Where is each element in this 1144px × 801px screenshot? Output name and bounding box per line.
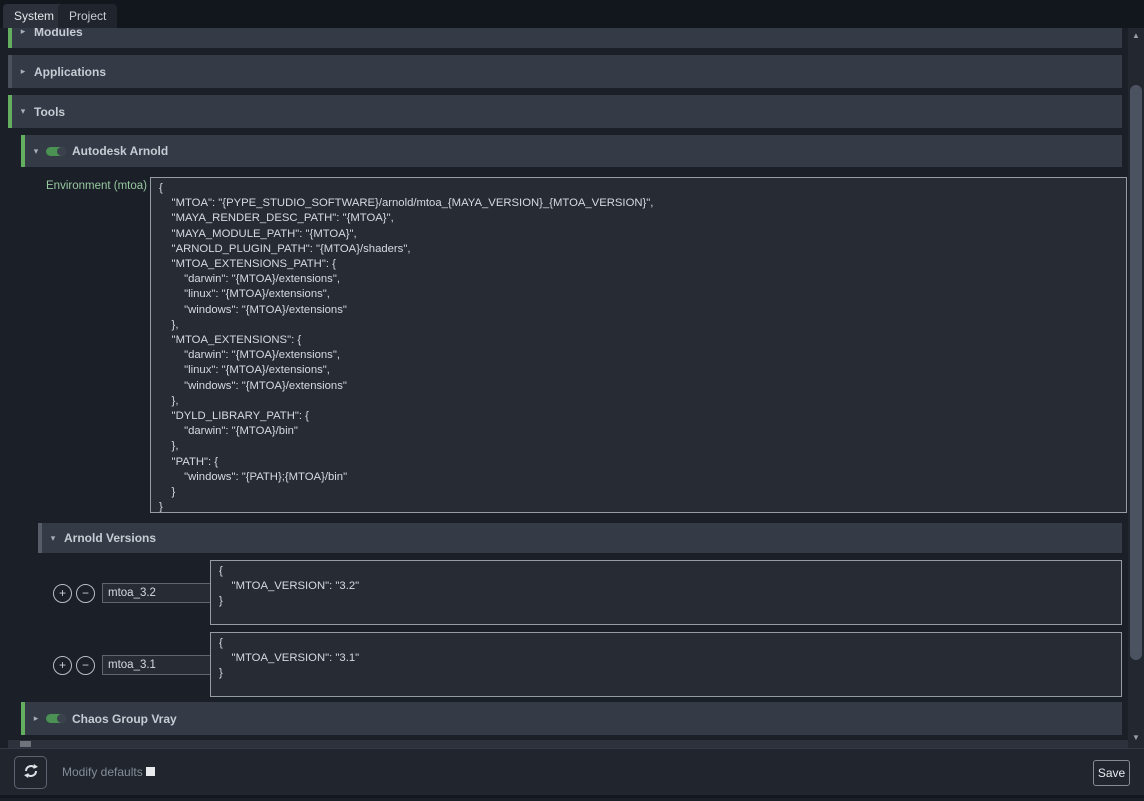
toggle-knob: [57, 714, 66, 723]
remove-version-button[interactable]: −: [76, 584, 95, 603]
add-version-button[interactable]: +: [53, 584, 72, 603]
window-bottom-edge: [0, 795, 1144, 798]
tab-bar: System Project: [0, 0, 1144, 28]
settings-content: ▸ Modules ▸ Applications ▾ Tools ▾ Autod…: [0, 28, 1144, 748]
section-title-arnold-versions: Arnold Versions: [64, 531, 156, 545]
section-header-tools[interactable]: ▾ Tools: [8, 95, 1122, 128]
section-header-autodesk-arnold[interactable]: ▾ Autodesk Arnold: [21, 135, 1122, 167]
section-header-applications[interactable]: ▸ Applications: [8, 55, 1122, 88]
chevron-right-icon: ▸: [16, 66, 30, 77]
version-json-editor[interactable]: { "MTOA_VERSION": "3.2" }: [210, 560, 1122, 625]
chevron-right-icon: ▸: [16, 28, 30, 37]
vertical-scrollbar[interactable]: ▲ ▼: [1128, 28, 1144, 748]
vertical-scrollbar-thumb[interactable]: [1130, 85, 1142, 660]
chevron-down-icon: ▾: [16, 106, 30, 117]
settings-window: System Project ▸ Modules ▸ Applications …: [0, 0, 1144, 801]
environment-mtoa-label: Environment (mtoa): [25, 180, 147, 192]
section-header-modules[interactable]: ▸ Modules: [8, 28, 1122, 48]
section-title-applications: Applications: [34, 65, 106, 79]
section-title-chaos-group-vray: Chaos Group Vray: [72, 712, 177, 726]
toggle-knob: [57, 147, 66, 156]
modify-defaults-label: Modify defaults: [62, 765, 143, 779]
chevron-down-icon: ▾: [29, 146, 43, 157]
add-version-button[interactable]: +: [53, 656, 72, 675]
chevron-right-icon: ▸: [29, 713, 43, 724]
version-name-input[interactable]: [102, 583, 212, 603]
scroll-up-icon[interactable]: ▲: [1128, 28, 1144, 44]
version-json-editor[interactable]: { "MTOA_VERSION": "3.1" }: [210, 632, 1122, 697]
section-header-chaos-group-vray[interactable]: ▸ Chaos Group Vray: [21, 702, 1122, 735]
refresh-icon: [23, 763, 39, 782]
section-title-tools: Tools: [34, 105, 65, 119]
section-title-modules: Modules: [34, 28, 83, 39]
arnold-enabled-toggle[interactable]: [46, 147, 66, 156]
vray-enabled-toggle[interactable]: [46, 714, 66, 723]
version-row-controls: + −: [53, 655, 212, 675]
chevron-down-icon: ▾: [46, 533, 60, 544]
modify-defaults-checkbox[interactable]: [146, 767, 155, 776]
tab-project[interactable]: Project: [58, 4, 117, 28]
section-title-autodesk-arnold: Autodesk Arnold: [72, 144, 168, 158]
horizontal-scrollbar[interactable]: [8, 740, 1128, 748]
save-button[interactable]: Save: [1093, 760, 1130, 786]
version-row-controls: + −: [53, 583, 212, 603]
version-name-input[interactable]: [102, 655, 212, 675]
environment-json-editor[interactable]: { "MTOA": "{PYPE_STUDIO_SOFTWARE}/arnold…: [150, 177, 1127, 513]
refresh-button[interactable]: [14, 756, 47, 789]
tab-system[interactable]: System: [3, 4, 65, 28]
footer-bar: Modify defaults Save: [0, 748, 1144, 798]
section-header-arnold-versions[interactable]: ▾ Arnold Versions: [38, 523, 1122, 553]
scroll-down-icon[interactable]: ▼: [1128, 730, 1144, 746]
remove-version-button[interactable]: −: [76, 656, 95, 675]
horizontal-scrollbar-thumb[interactable]: [20, 741, 31, 747]
